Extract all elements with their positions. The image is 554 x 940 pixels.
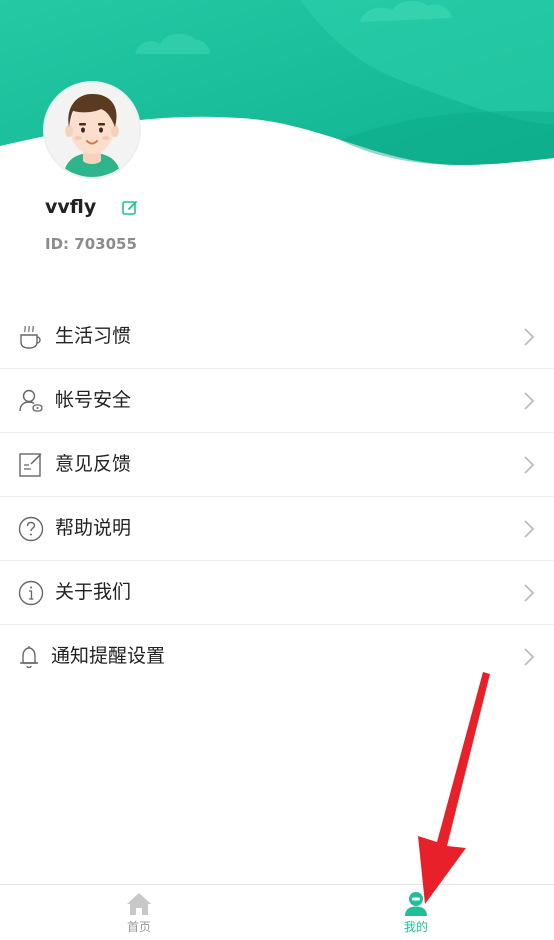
avatar-illustration (45, 83, 139, 177)
tab-mine[interactable]: 我的 (356, 885, 476, 940)
menu-item-account-security[interactable]: 帐号安全 (0, 369, 554, 433)
menu-label-account-security: 帐号安全 (55, 389, 132, 411)
home-icon (127, 893, 151, 915)
menu-item-feedback[interactable]: 意见反馈 (0, 433, 554, 497)
question-circle-icon (18, 516, 44, 542)
coffee-cup-icon (20, 325, 41, 349)
chevron-right-icon (524, 520, 535, 538)
chevron-right-icon (524, 584, 535, 602)
chevron-right-icon (524, 648, 535, 666)
username: vvfly (45, 196, 97, 218)
tab-mine-label: 我的 (403, 920, 428, 934)
avatar[interactable] (45, 83, 139, 177)
menu-label-about: 关于我们 (55, 581, 132, 603)
menu-label-feedback: 意见反馈 (55, 453, 132, 475)
tab-home-label: 首页 (126, 920, 151, 934)
menu-label-notification-settings: 通知提醒设置 (51, 645, 166, 667)
chevron-right-icon (524, 328, 535, 346)
bottom-tab-bar: 首页 我的 (0, 884, 554, 940)
chevron-right-icon (524, 456, 535, 474)
user-profile-icon (405, 892, 427, 916)
settings-menu: 生活习惯 帐号安全 意见反馈 帮助说明 关于我们 通知提醒设置 (0, 305, 554, 688)
bell-icon (20, 646, 38, 669)
user-id: ID: 703055 (45, 235, 137, 253)
menu-item-help[interactable]: 帮助说明 (0, 497, 554, 561)
tab-home[interactable]: 首页 (79, 885, 199, 940)
menu-item-notification-settings[interactable]: 通知提醒设置 (0, 625, 554, 688)
user-security-icon (19, 389, 43, 412)
menu-item-about[interactable]: 关于我们 (0, 561, 554, 625)
menu-label-habits: 生活习惯 (55, 325, 132, 347)
feedback-edit-icon (19, 453, 42, 477)
info-circle-icon (18, 580, 44, 606)
edit-icon[interactable] (121, 199, 139, 217)
chevron-right-icon (524, 392, 535, 410)
menu-item-habits[interactable]: 生活习惯 (0, 305, 554, 369)
menu-label-help: 帮助说明 (55, 517, 132, 539)
